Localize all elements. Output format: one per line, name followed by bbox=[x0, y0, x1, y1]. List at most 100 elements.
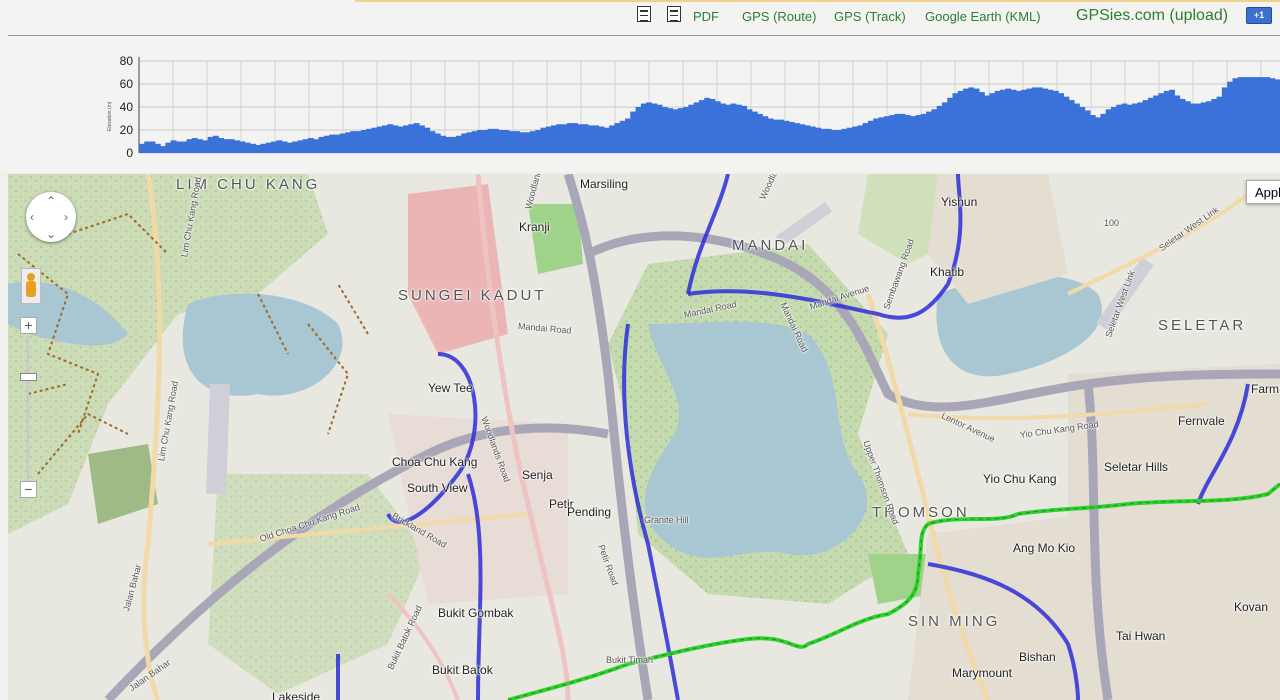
elevation-bar bbox=[302, 139, 309, 153]
gps-track-link[interactable]: GPS (Track) bbox=[834, 9, 906, 24]
elevation-bar bbox=[1132, 103, 1138, 153]
elevation-bar bbox=[1105, 109, 1112, 153]
place-label-yishun: Yishun bbox=[941, 195, 978, 209]
y-tick-label-0: 0 bbox=[126, 146, 133, 160]
elevation-bar bbox=[366, 128, 373, 153]
map-type-button[interactable]: Appl bbox=[1246, 180, 1280, 204]
elevation-bar bbox=[1253, 77, 1260, 153]
elevation-bar bbox=[651, 103, 658, 153]
elevation-bar bbox=[577, 124, 584, 153]
elevation-bar bbox=[281, 141, 288, 153]
elevation-bar bbox=[492, 128, 499, 153]
print-list-icon[interactable] bbox=[667, 6, 681, 22]
elevation-bar bbox=[1232, 78, 1239, 153]
elevation-bar bbox=[968, 87, 975, 153]
elevation-bar bbox=[265, 142, 272, 153]
elevation-bar bbox=[1000, 89, 1006, 153]
elevation-bar bbox=[487, 128, 494, 153]
elevation-bar bbox=[471, 131, 478, 153]
google-earth-kml-link[interactable]: Google Earth (KML) bbox=[925, 9, 1041, 24]
elevation-bar bbox=[978, 92, 985, 153]
pan-left-icon[interactable]: ‹ bbox=[30, 211, 34, 223]
elevation-bar bbox=[1174, 95, 1181, 153]
elevation-bar bbox=[345, 132, 351, 153]
elevation-bar bbox=[904, 115, 911, 153]
elevation-bar bbox=[297, 140, 304, 153]
pan-up-icon[interactable]: ⌃ bbox=[46, 195, 56, 207]
elevation-bar bbox=[646, 102, 652, 153]
elevation-bar bbox=[1100, 113, 1107, 153]
street-view-pegman-icon[interactable] bbox=[21, 268, 41, 304]
elevation-bar bbox=[223, 139, 230, 153]
elevation-bar bbox=[1264, 77, 1271, 153]
gps-route-link[interactable]: GPS (Route) bbox=[742, 9, 816, 24]
elevation-bar bbox=[815, 127, 822, 153]
elevation-bar bbox=[529, 131, 536, 153]
elevation-bar bbox=[788, 121, 795, 153]
elevation-bar bbox=[683, 107, 689, 153]
elevation-bar bbox=[624, 118, 631, 153]
zoom-slider-thumb[interactable] bbox=[20, 373, 37, 381]
elevation-bar bbox=[1089, 115, 1096, 153]
elevation-profile: 0 20 40 60 80 Elevation (m) bbox=[0, 36, 1280, 172]
elevation-bar bbox=[720, 103, 726, 153]
google-plus-one-button[interactable]: +1 bbox=[1246, 7, 1272, 24]
elevation-bar bbox=[1243, 77, 1249, 153]
print-icon[interactable] bbox=[637, 6, 651, 22]
elevation-bar bbox=[1116, 104, 1123, 153]
elevation-bar bbox=[757, 113, 763, 153]
elevation-bar bbox=[360, 130, 367, 153]
elevation-bar bbox=[931, 109, 938, 153]
map-canvas[interactable]: LIM CHU KANG SUNGEI KADUT MANDAI SELETAR… bbox=[8, 174, 1280, 700]
elevation-bar bbox=[661, 107, 668, 153]
pan-down-icon[interactable]: ⌄ bbox=[46, 228, 56, 240]
elevation-bar bbox=[413, 123, 420, 153]
elevation-bar bbox=[1063, 96, 1070, 153]
elevation-bar bbox=[466, 132, 473, 153]
elevation-bar bbox=[783, 120, 790, 153]
elevation-bar bbox=[630, 111, 637, 153]
elevation-bar bbox=[714, 101, 721, 153]
zoom-slider-track[interactable] bbox=[27, 336, 29, 481]
zoom-out-button[interactable]: − bbox=[20, 481, 37, 498]
elevation-bar bbox=[767, 118, 774, 153]
pan-control[interactable]: ⌃ ⌄ ‹ › bbox=[26, 192, 76, 242]
elevation-bar bbox=[1269, 78, 1276, 153]
elevation-bar bbox=[498, 130, 505, 153]
elevation-bar bbox=[334, 134, 341, 153]
elevation-bar bbox=[482, 130, 489, 153]
elevation-bar bbox=[175, 141, 182, 153]
elevation-bar bbox=[239, 141, 246, 153]
place-label-south-view: South View bbox=[407, 481, 468, 495]
gpsies-upload-link[interactable]: GPSies.com (upload) bbox=[1076, 7, 1228, 25]
elevation-bar bbox=[418, 125, 425, 153]
elevation-bar bbox=[477, 130, 483, 153]
pdf-link[interactable]: PDF bbox=[693, 9, 719, 24]
elevation-bar bbox=[1200, 102, 1207, 153]
elevation-bar bbox=[519, 132, 526, 153]
elevation-bar bbox=[772, 119, 779, 153]
elevation-bar bbox=[984, 95, 991, 153]
place-label-bukit-gombak: Bukit Gombak bbox=[438, 606, 514, 620]
elevation-bar bbox=[1068, 100, 1075, 153]
place-label-bukit-batok: Bukit Batok bbox=[432, 663, 493, 677]
elevation-bar bbox=[1258, 77, 1265, 153]
elevation-bar bbox=[434, 133, 441, 153]
pan-right-icon[interactable]: › bbox=[64, 211, 68, 223]
elevation-bar bbox=[1195, 103, 1202, 153]
elevation-bar bbox=[593, 125, 600, 153]
elevation-bar bbox=[1031, 87, 1038, 153]
elevation-bar bbox=[746, 109, 753, 153]
elevation-bar bbox=[170, 140, 177, 153]
elevation-bar bbox=[154, 143, 161, 153]
elevation-bar bbox=[1042, 88, 1049, 153]
elevation-bar bbox=[218, 138, 225, 153]
elevation-bar bbox=[873, 118, 880, 153]
elevation-bar bbox=[841, 128, 848, 153]
zoom-in-button[interactable]: + bbox=[20, 317, 37, 334]
elevation-chart: 0 20 40 60 80 Elevation (m) bbox=[107, 54, 1280, 160]
elevation-bar bbox=[1142, 100, 1149, 153]
elevation-bar bbox=[535, 130, 542, 153]
place-label-bukit-timah: Bukit Timah bbox=[606, 655, 654, 665]
elevation-bar bbox=[656, 104, 663, 153]
